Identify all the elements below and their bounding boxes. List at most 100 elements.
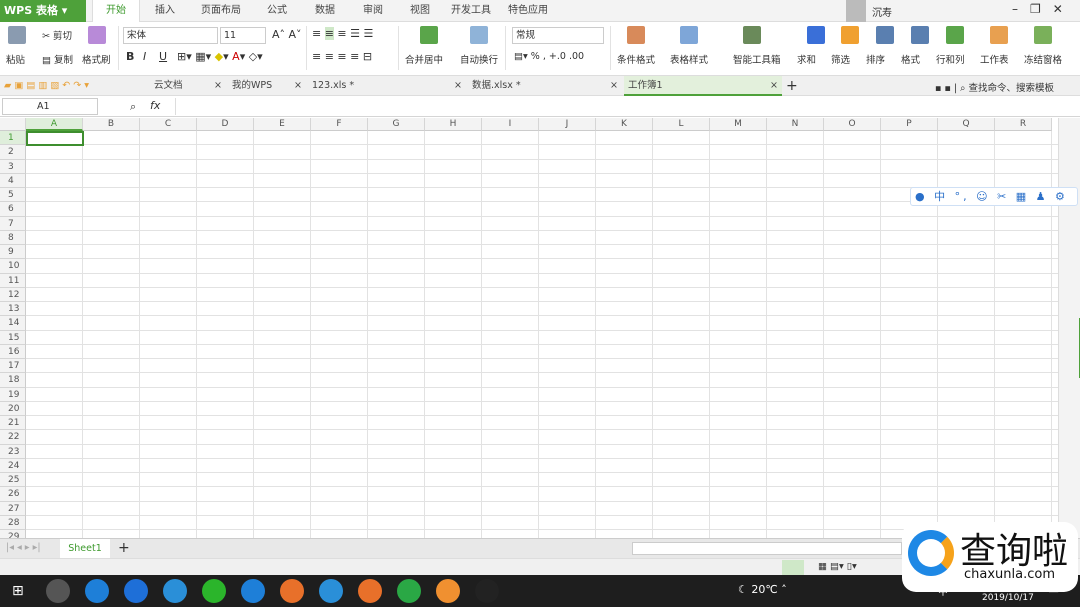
- avatar[interactable]: [846, 0, 866, 22]
- column-header[interactable]: J: [539, 118, 596, 131]
- row-header[interactable]: 6: [0, 202, 26, 217]
- percent-button[interactable]: %: [531, 51, 540, 62]
- row-header[interactable]: 25: [0, 473, 26, 488]
- username[interactable]: 沉寿: [872, 4, 892, 19]
- column-header[interactable]: P: [881, 118, 938, 131]
- menu-tab[interactable]: 视图: [398, 0, 442, 22]
- doc-tab[interactable]: 工作簿1 ×: [624, 76, 782, 96]
- column-header[interactable]: K: [596, 118, 653, 131]
- start-button[interactable]: ⊞: [12, 583, 24, 599]
- wrap-text-button[interactable]: 自动换行: [460, 52, 498, 66]
- decrease-decimal-button[interactable]: .00: [569, 51, 584, 62]
- window-controls[interactable]: –❐✕: [1012, 2, 1075, 16]
- row-header[interactable]: 18: [0, 373, 26, 388]
- row-header[interactable]: 13: [0, 302, 26, 317]
- row-header[interactable]: 14: [0, 316, 26, 331]
- row-header[interactable]: 15: [0, 330, 26, 345]
- align-buttons-bottom[interactable]: ≡ ≡ ≡ ≡ ⊟: [312, 50, 372, 63]
- app-menu-button[interactable]: WPS 表格 ▾: [0, 0, 86, 22]
- sort-button[interactable]: 排序: [866, 52, 885, 66]
- vertical-scrollbar[interactable]: [1058, 118, 1080, 538]
- format-button[interactable]: 格式: [901, 52, 920, 66]
- border-button[interactable]: ⊞▾ ▦▾ ◆▾ A▾ ◇▾: [177, 50, 263, 63]
- sogou-browser-icon[interactable]: [124, 579, 148, 603]
- bold-button[interactable]: B: [126, 50, 134, 63]
- select-all-corner[interactable]: [0, 118, 26, 131]
- number-format-buttons[interactable]: ▤▾ % , +.0 .00: [514, 51, 584, 62]
- row-header[interactable]: 27: [0, 501, 26, 516]
- column-header[interactable]: B: [83, 118, 140, 131]
- row-header[interactable]: 11: [0, 273, 26, 288]
- close-icon[interactable]: ✕: [1053, 2, 1075, 16]
- minimize-icon[interactable]: –: [1012, 2, 1030, 16]
- column-header[interactable]: E: [254, 118, 311, 131]
- wechat-icon[interactable]: [436, 579, 460, 603]
- row-header[interactable]: 8: [0, 230, 26, 245]
- close-tab-icon[interactable]: ×: [770, 76, 778, 96]
- row-header[interactable]: 23: [0, 444, 26, 459]
- view-buttons[interactable]: ▦ ▤▾ ▯▾: [818, 561, 857, 572]
- column-header[interactable]: O: [824, 118, 881, 131]
- column-header[interactable]: R: [995, 118, 1052, 131]
- menu-tab[interactable]: 公式: [254, 0, 300, 22]
- row-header[interactable]: 10: [0, 259, 26, 274]
- add-sheet-button[interactable]: +: [118, 539, 130, 558]
- ie-edge-icon[interactable]: [163, 579, 187, 603]
- doc-tab[interactable]: 我的WPS ×: [228, 76, 306, 96]
- close-tab-icon[interactable]: ×: [294, 76, 302, 96]
- fx-button[interactable]: fx: [150, 99, 160, 112]
- row-header[interactable]: 24: [0, 458, 26, 473]
- row-header[interactable]: 9: [0, 245, 26, 260]
- 360-browser-icon[interactable]: [319, 579, 343, 603]
- row-header[interactable]: 3: [0, 159, 26, 174]
- font-select[interactable]: 宋体: [123, 27, 218, 44]
- filter-button[interactable]: 筛选: [831, 52, 850, 66]
- menu-tab[interactable]: 特色应用: [500, 0, 556, 22]
- menu-tab[interactable]: 插入: [142, 0, 188, 22]
- column-header[interactable]: N: [767, 118, 824, 131]
- font-size-select[interactable]: 11: [220, 27, 266, 44]
- close-tab-icon[interactable]: ×: [454, 76, 462, 96]
- row-header[interactable]: 7: [0, 216, 26, 231]
- increase-decimal-button[interactable]: +.0: [549, 51, 566, 62]
- italic-button[interactable]: I: [143, 50, 146, 63]
- spreadsheet-grid[interactable]: A B C D E F G H I J K L M N O P Q R 1 2 3 4 5 6 7 8 9 10 11 12 13 14 15 1…: [0, 118, 1058, 538]
- cut-button[interactable]: ✂ 剪切: [42, 28, 72, 42]
- smart-toolbox-button[interactable]: 智能工具箱: [733, 52, 781, 66]
- table-style-button[interactable]: 表格样式: [670, 52, 708, 66]
- quick-access-toolbar[interactable]: ▰ ▣ ▤ ▥ ▧ ↶ ↷ ▾: [4, 80, 89, 91]
- close-tab-icon[interactable]: ×: [610, 76, 618, 96]
- ime-floating-toolbar[interactable]: ● 中 °, ☺ ✂ ▦ ♟ ⚙: [910, 187, 1078, 206]
- menu-tab[interactable]: 数据: [302, 0, 348, 22]
- xunlei-icon[interactable]: [358, 579, 382, 603]
- menu-tab[interactable]: 开发工具: [444, 0, 498, 22]
- row-header[interactable]: 16: [0, 344, 26, 359]
- row-header[interactable]: 5: [0, 188, 26, 203]
- comma-button[interactable]: ,: [543, 51, 546, 62]
- kugou-icon[interactable]: [241, 579, 265, 603]
- column-header[interactable]: D: [197, 118, 254, 131]
- row-header[interactable]: 4: [0, 173, 26, 188]
- menu-tab[interactable]: 审阅: [350, 0, 396, 22]
- restore-icon[interactable]: ❐: [1030, 2, 1053, 16]
- new-tab-button[interactable]: +: [786, 76, 798, 96]
- column-header[interactable]: H: [425, 118, 482, 131]
- weather[interactable]: ☾ 20℃ ˄: [738, 583, 787, 596]
- name-box[interactable]: A1: [2, 98, 98, 115]
- sum-button[interactable]: 求和: [797, 52, 816, 66]
- menu-tab[interactable]: 页面布局: [190, 0, 252, 22]
- align-buttons-top[interactable]: ≡ ≡ ≡ ☰ ☰: [312, 27, 373, 40]
- column-header[interactable]: M: [710, 118, 767, 131]
- freeze-button[interactable]: 冻结窗格: [1024, 52, 1062, 66]
- firefox-icon[interactable]: [280, 579, 304, 603]
- doc-tab[interactable]: 数据.xlsx * ×: [468, 76, 622, 96]
- sheet-nav-buttons[interactable]: |◂ ◂ ▸ ▸|: [6, 542, 41, 553]
- cond-format-button[interactable]: 条件格式: [617, 52, 655, 66]
- underline-button[interactable]: U: [159, 50, 167, 63]
- rowcol-button[interactable]: 行和列: [936, 52, 965, 66]
- formula-input[interactable]: [175, 98, 1075, 115]
- copy-button[interactable]: ▤ 复制: [42, 52, 73, 66]
- clock-date[interactable]: 2019/10/17: [982, 593, 1034, 603]
- column-header[interactable]: I: [482, 118, 539, 131]
- font-grow-shrink[interactable]: A˄ A˅: [272, 28, 302, 41]
